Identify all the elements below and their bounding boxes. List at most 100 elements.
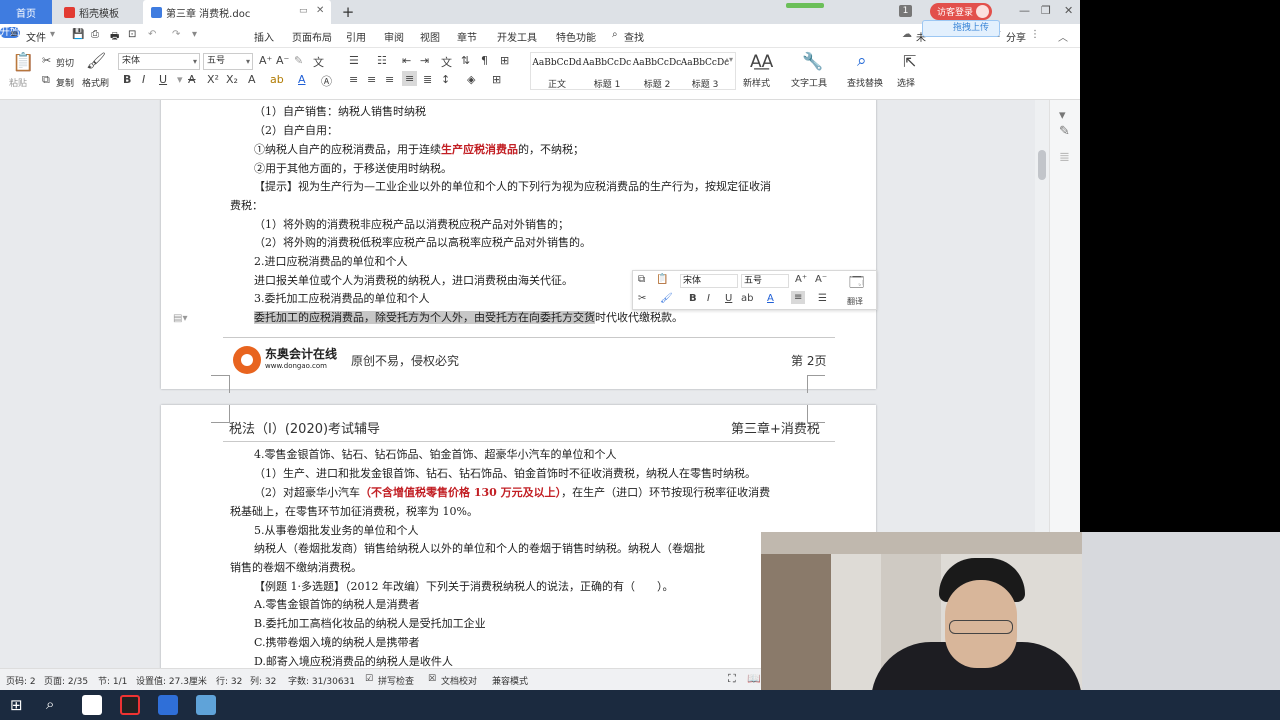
new-style-icon[interactable]: A͟A — [750, 52, 773, 72]
grow-font-icon[interactable]: A⁺ — [259, 54, 272, 67]
highlight-icon[interactable]: ab — [741, 293, 753, 304]
align-icon[interactable]: ≡ — [791, 291, 806, 304]
line-spacing-icon[interactable]: ☰ — [818, 293, 827, 304]
new-style-button[interactable]: 新样式 — [743, 76, 770, 89]
status-pages[interactable]: 页面: 2/35 — [44, 674, 88, 687]
minimize-icon[interactable]: — — [1019, 4, 1030, 17]
italic-icon[interactable]: I — [142, 73, 145, 86]
selected-paragraph[interactable]: 委托加工的应税消费品，除受托方为个人外，由受托方在向委托方交货时代收代缴税款。 — [254, 310, 683, 326]
status-row[interactable]: 行: 32 — [216, 674, 242, 687]
italic-icon[interactable]: I — [707, 293, 710, 304]
text-tools-button[interactable]: 文字工具 — [791, 76, 827, 89]
visitor-login-button[interactable]: 访客登录 — [930, 3, 992, 20]
strikethrough-icon[interactable]: A — [188, 73, 196, 86]
show-marks-icon[interactable]: ¶ — [481, 54, 488, 67]
bold-icon[interactable]: B — [689, 293, 697, 304]
page-2[interactable]: （1）自产销售：纳税人销售时纳税 （2）自产自用： ①纳税人自产的应税消费品，用… — [161, 100, 876, 393]
highlight-icon[interactable]: ab — [270, 73, 284, 86]
char-shading-icon[interactable]: A — [248, 73, 256, 86]
selected-text[interactable]: 委托加工的应税消费品，除受托方为个人外，由受托方在向委托方交货 — [254, 311, 595, 324]
copy-icon[interactable]: ⧉ — [638, 274, 645, 285]
float-font-select[interactable]: 宋体 — [680, 274, 738, 288]
copy-icon[interactable]: ⧉ — [42, 73, 50, 87]
style-preview-h3[interactable]: AaBbCcDc — [679, 58, 731, 68]
shading-icon[interactable]: ◈ — [467, 73, 475, 86]
table-icon[interactable]: ⊞ — [500, 54, 509, 67]
hamburger-icon[interactable]: ≡ — [10, 29, 18, 40]
windows-start-icon[interactable]: ⊞ — [10, 696, 23, 714]
paragraph-menu-icon[interactable]: ▤▾ — [173, 313, 187, 324]
collab-icon[interactable]: ☁ — [902, 29, 912, 40]
more-icon[interactable]: ⋮ — [1030, 29, 1040, 40]
line-spacing-icon[interactable]: ↕ — [441, 73, 450, 86]
panel-list-icon[interactable]: ≣ — [1059, 150, 1070, 165]
save-icon[interactable]: 💾 — [72, 29, 84, 40]
wps-writer-icon[interactable] — [158, 695, 178, 715]
char-border-icon[interactable]: Ⓐ — [321, 73, 332, 89]
edit-pen-icon[interactable]: ✎ — [1059, 124, 1070, 139]
notification-badge[interactable]: 1 — [899, 5, 912, 17]
cut-icon[interactable]: ✂ — [638, 293, 646, 304]
drag-upload-button[interactable]: 拖拽上传 — [922, 20, 1000, 37]
close-tab-icon[interactable]: ✕ — [316, 5, 324, 16]
font-size-select[interactable]: 五号 — [203, 53, 253, 70]
baidu-netdisk-icon[interactable] — [82, 695, 102, 715]
paste-button[interactable]: 粘贴 — [9, 76, 27, 89]
find-replace-icon[interactable]: ⌕ — [857, 51, 867, 71]
taskbar-search-icon[interactable]: ⌕ — [46, 695, 54, 713]
quick-access-dropdown-icon[interactable]: ▾ — [192, 29, 197, 40]
font-color-icon[interactable]: A — [767, 293, 774, 304]
style-name-h1[interactable]: 标题 1 — [581, 77, 633, 90]
status-setting[interactable]: 设置值: 27.3厘米 — [136, 674, 207, 687]
translate-icon[interactable]: 🗔 — [849, 272, 864, 296]
app-icon[interactable] — [196, 695, 216, 715]
underline-icon[interactable]: U — [159, 73, 167, 86]
tab-template[interactable]: 稻壳模板 — [56, 0, 141, 24]
paste-icon[interactable]: 📋 — [12, 52, 34, 73]
format-painter-icon[interactable]: 🖌 — [86, 51, 106, 70]
menu-chapter[interactable]: 章节 — [457, 29, 477, 44]
menu-special[interactable]: 特色功能 — [556, 29, 596, 44]
search-icon[interactable]: ⌕ — [612, 29, 618, 40]
shrink-font-icon[interactable]: A⁻ — [815, 274, 827, 285]
shrink-font-icon[interactable]: A⁻ — [276, 54, 289, 67]
spell-check-icon[interactable]: ☑ — [365, 674, 373, 684]
bold-icon[interactable]: B — [123, 73, 131, 86]
menu-devtools[interactable]: 开发工具 — [497, 29, 537, 44]
superscript-icon[interactable]: X² — [207, 73, 219, 86]
copy-button[interactable]: 复制 — [56, 76, 74, 89]
numbered-list-icon[interactable]: ☷ — [377, 54, 387, 67]
align-right-icon[interactable]: ≡ — [385, 73, 394, 86]
proofread-button[interactable]: 文档校对 — [441, 674, 477, 687]
read-mode-icon[interactable]: 📖 — [747, 672, 761, 685]
menu-layout[interactable]: 页面布局 — [292, 29, 332, 44]
bullet-list-icon[interactable]: ☰ — [349, 54, 359, 67]
menu-review[interactable]: 审阅 — [384, 29, 404, 44]
status-section[interactable]: 节: 1/1 — [98, 674, 127, 687]
chinese-layout-icon[interactable]: 文 — [441, 54, 452, 70]
style-preview-h2[interactable]: AaBbCcDc — [631, 58, 683, 68]
text-tools-wrench-icon[interactable]: 🔧 — [802, 52, 823, 72]
collapse-ribbon-icon[interactable]: ︿ — [1058, 29, 1068, 44]
style-name-h3[interactable]: 标题 3 — [679, 77, 731, 90]
select-button[interactable]: 选择 — [897, 76, 915, 89]
export-pdf-icon[interactable]: ⎙ — [91, 29, 99, 40]
menu-reference[interactable]: 引用 — [346, 29, 366, 44]
tab-home[interactable]: 首页 — [0, 0, 52, 24]
format-painter-icon[interactable]: 🖌 — [660, 293, 673, 304]
menu-search[interactable]: 查找 — [624, 29, 644, 44]
select-cursor-icon[interactable]: ⇱ — [903, 52, 916, 71]
file-dropdown-icon[interactable]: ▾ — [50, 29, 55, 40]
style-name-h2[interactable]: 标题 2 — [631, 77, 683, 90]
style-preview-body[interactable]: AaBbCcDd — [531, 58, 583, 68]
format-painter-button[interactable]: 格式刷 — [82, 76, 109, 89]
paste-icon[interactable]: 📋 — [656, 274, 668, 285]
undo-icon[interactable]: ↶ — [148, 29, 156, 40]
clear-format-icon[interactable]: ✎ — [294, 54, 303, 67]
redo-icon[interactable]: ↷ — [172, 29, 180, 40]
status-page-number[interactable]: 页码: 2 — [6, 674, 36, 687]
status-word-count[interactable]: 字数: 31/30631 — [288, 674, 355, 687]
decrease-indent-icon[interactable]: ⇤ — [402, 54, 411, 67]
sort-icon[interactable]: ⇅ — [461, 54, 470, 67]
borders-icon[interactable]: ⊞ — [492, 73, 501, 86]
